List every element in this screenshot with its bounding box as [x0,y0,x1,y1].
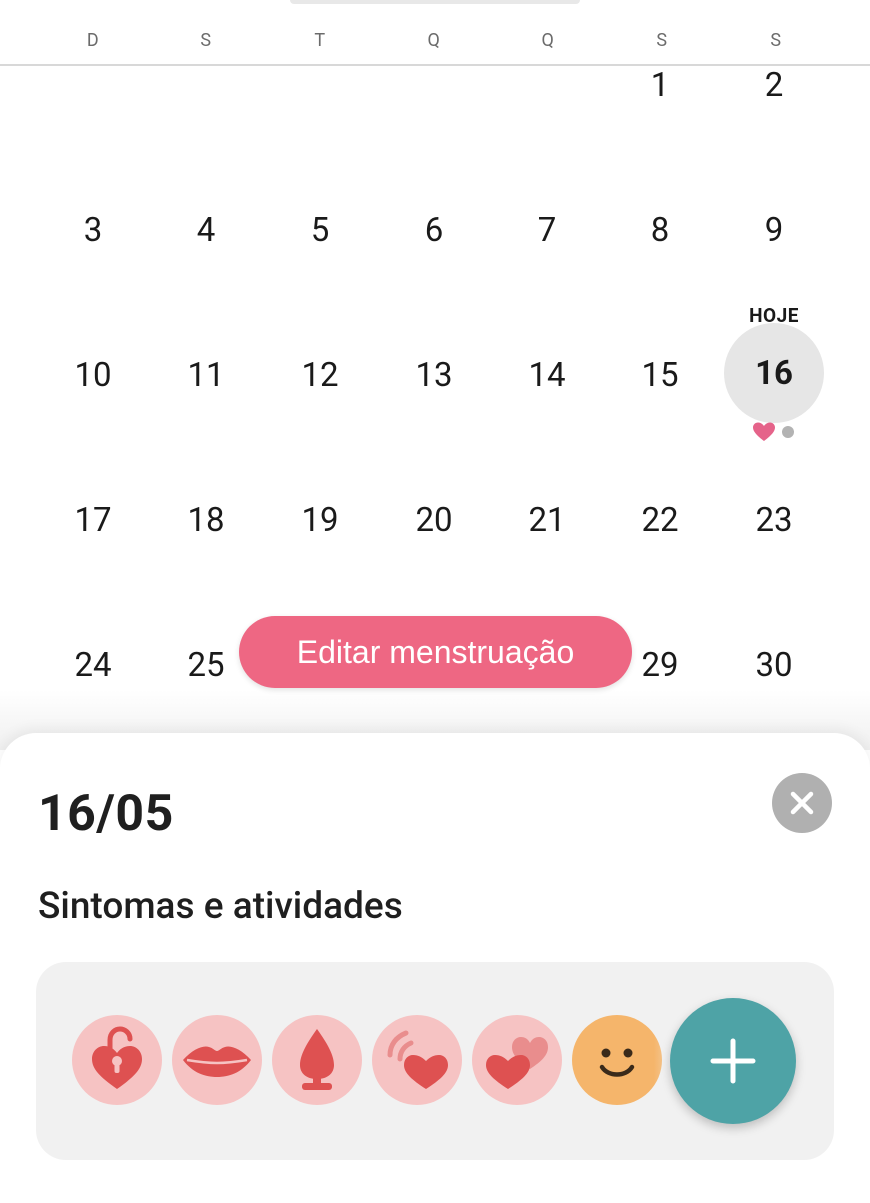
day-cell[interactable]: 21 [490,501,604,540]
heart-marker-icon [753,422,775,441]
day-cell[interactable]: 14 [490,356,604,395]
today-day-number: 16 [755,353,793,393]
day-cell[interactable]: 11 [149,356,263,395]
day-cell[interactable]: 3 [36,211,150,250]
day-cell[interactable]: 18 [149,501,263,540]
day-cell[interactable]: 15 [603,356,717,395]
weekday-wed: Q [427,30,441,51]
symptom-plug[interactable] [272,1015,362,1105]
day-cell[interactable]: 10 [36,356,150,395]
weekday-thu: Q [541,30,555,51]
symptoms-list [36,962,834,1160]
day-cell[interactable]: 9 [717,211,831,250]
symptom-lips[interactable] [172,1015,262,1105]
weekday-mon: S [200,30,212,51]
lips-icon [183,1046,251,1077]
close-button[interactable] [772,773,832,833]
close-icon [790,791,814,815]
dot-marker-icon [782,426,794,438]
day-cell[interactable]: 24 [36,646,150,685]
add-symptom-button[interactable] [670,998,796,1124]
day-cell[interactable]: 4 [149,211,263,250]
day-cell[interactable]: 6 [377,211,491,250]
double-heart-icon [486,1037,548,1089]
weekday-header: D S T Q Q S S [0,0,870,66]
day-cell[interactable]: 20 [377,501,491,540]
symptom-mood[interactable] [572,1015,662,1105]
day-cell[interactable]: 7 [490,211,604,250]
day-cell[interactable]: 19 [263,501,377,540]
section-title: Sintomas e atividades [38,885,403,928]
day-cell[interactable]: 5 [263,211,377,250]
weekday-tue: T [314,30,326,51]
heart-lock-icon [92,1026,142,1089]
day-cell[interactable]: 1 [603,66,717,105]
weekday-fri: S [656,30,668,51]
weekday-sun: D [86,30,100,51]
edit-period-button[interactable]: Editar menstruação [239,616,632,688]
day-cell[interactable]: 30 [717,646,831,685]
smile-icon [599,1048,635,1077]
drag-handle [290,0,580,4]
day-cell[interactable]: 2 [717,66,831,105]
symptom-heart-lock[interactable] [72,1015,162,1105]
symptom-heart-vibration[interactable] [372,1015,462,1105]
day-cell[interactable]: 17 [36,501,150,540]
plus-icon [710,1038,756,1084]
day-cell[interactable]: 23 [717,501,831,540]
weekday-sat: S [770,30,782,51]
selected-date: 16/05 [38,785,174,843]
day-cell[interactable]: 12 [263,356,377,395]
heart-vibration-icon [387,1030,448,1089]
day-detail-sheet: 16/05 Sintomas e atividades [0,733,870,1203]
day-cell[interactable]: 8 [603,211,717,250]
day-cell[interactable]: 13 [377,356,491,395]
today-markers [753,422,794,441]
day-cell[interactable]: 22 [603,501,717,540]
plug-icon [300,1029,334,1090]
today-day-cell[interactable]: 16 [724,323,824,423]
symptom-double-heart[interactable] [472,1015,562,1105]
